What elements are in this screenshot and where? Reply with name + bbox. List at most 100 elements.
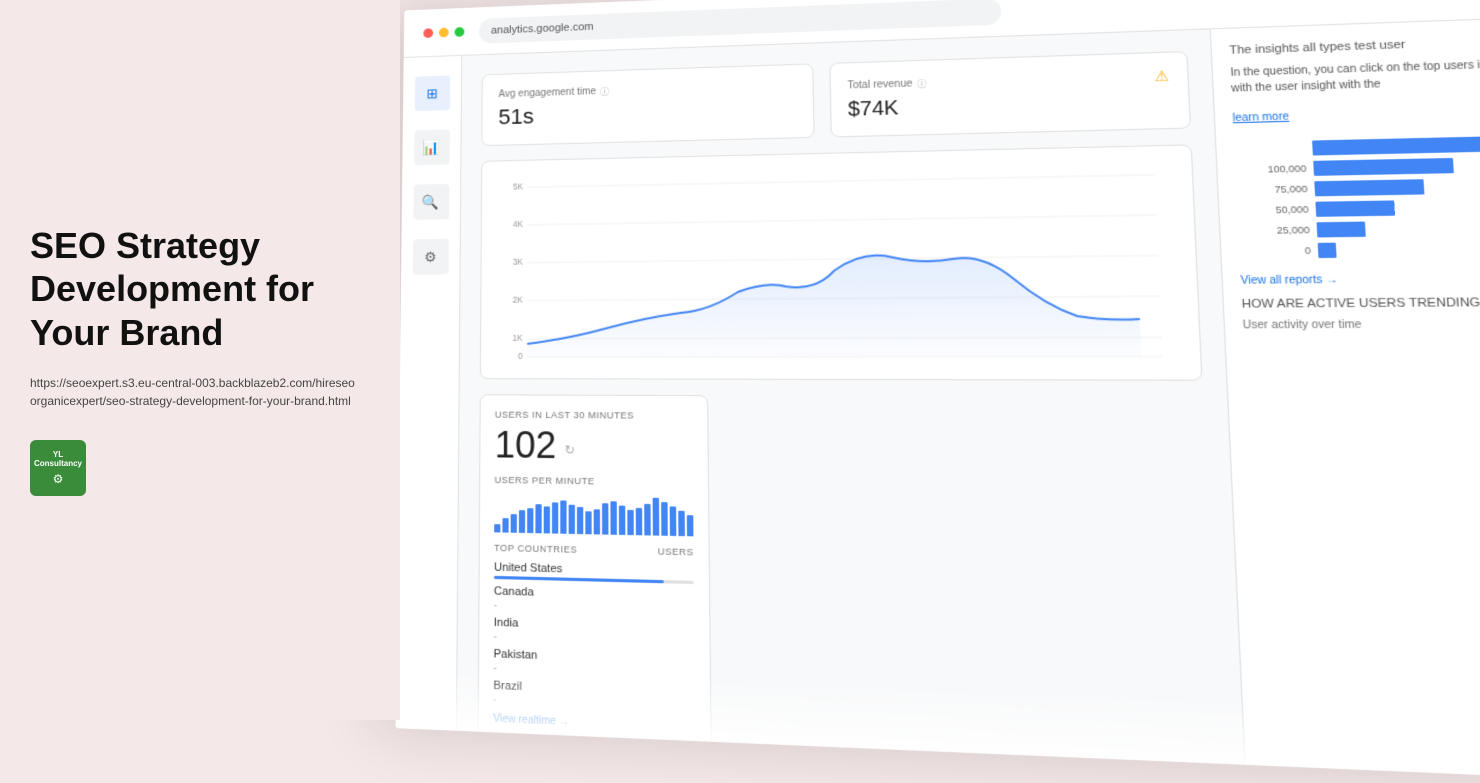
realtime-user-count: 102: [495, 424, 557, 468]
svg-text:04: 04: [1053, 362, 1064, 365]
bar-15: [610, 501, 616, 535]
bar-5: [527, 508, 533, 533]
svg-text:4K: 4K: [513, 218, 523, 229]
hbar-fill-6: [1318, 243, 1337, 258]
revenue-info-icon: ⓘ: [917, 77, 927, 91]
horizontal-bar-chart: 100,000 75,000 50,000 25,000: [1234, 134, 1480, 259]
favicon-text: YL Consultancy: [30, 450, 86, 469]
browser-url-bar[interactable]: analytics.google.com: [479, 0, 1002, 43]
bar-9: [560, 500, 566, 533]
hbar-row-2: 100,000: [1235, 155, 1480, 177]
nav-reports-icon[interactable]: 📊: [414, 129, 450, 165]
line-chart-card: 5K 4K 3K 2K 1K 0 25: [480, 144, 1203, 380]
bar-1: [494, 524, 500, 532]
revenue-card: Total revenue ⓘ ⚠ $74K: [829, 51, 1191, 137]
country-row-us: United States: [494, 561, 694, 584]
bar-13: [594, 509, 600, 534]
hbar-row-3: 75,000: [1236, 176, 1480, 198]
bar-2: [502, 518, 508, 533]
minimize-dot: [439, 27, 449, 37]
svg-text:5K: 5K: [513, 181, 523, 192]
hbar-row-5: 25,000: [1238, 218, 1480, 238]
maximize-dot: [455, 27, 465, 37]
country-row-ca: Canada -: [494, 585, 694, 616]
realtime-section: USERS IN LAST 30 MINUTES 102 ↻ USERS PER…: [478, 394, 1221, 765]
bottom-section: HOW ARE ACTIVE USERS TRENDING? User acti…: [1241, 296, 1480, 332]
url-bar-text: analytics.google.com: [491, 21, 594, 36]
view-all-reports-link[interactable]: View all reports →: [1240, 272, 1480, 287]
hbar-fill-3: [1314, 179, 1424, 196]
top-countries-header: TOP COUNTRIES USERS: [494, 543, 694, 558]
svg-text:2K: 2K: [513, 294, 523, 305]
bar-3: [511, 514, 517, 533]
bar-23: [678, 511, 685, 536]
bar-21: [661, 502, 668, 536]
bar-11: [577, 507, 583, 534]
svg-text:26: 26: [851, 361, 861, 364]
bar-19: [644, 504, 651, 536]
page-title: SEO Strategy Development for Your Brand: [30, 224, 360, 354]
hbar-fill-2: [1313, 158, 1454, 176]
hbar-row-6: 0: [1239, 239, 1480, 258]
bar-10: [569, 505, 575, 534]
bar-4: [519, 510, 525, 533]
per-minute-label: USERS PER MINUTE: [494, 475, 693, 488]
bar-24: [687, 515, 694, 536]
analytics-background: analytics.google.com ⊞ 📊 🔍 ⚙ Avg engagem…: [396, 0, 1480, 782]
hbar-fill-1: [1312, 137, 1480, 156]
nav-settings-icon[interactable]: ⚙: [412, 239, 448, 275]
hbar-row-1: [1234, 134, 1480, 157]
engagement-value: 51s: [498, 96, 795, 130]
hbar-fill-4: [1315, 200, 1395, 216]
left-panel: SEO Strategy Development for Your Brand …: [0, 0, 400, 720]
users-per-minute-chart: [494, 491, 693, 536]
analytics-main: Avg engagement time ⓘ 51s Total revenue …: [457, 29, 1245, 764]
analytics-right-panel: The insights all types test user In the …: [1210, 16, 1480, 783]
nav-home-icon[interactable]: ⊞: [414, 75, 450, 111]
bottom-title: HOW ARE ACTIVE USERS TRENDING?: [1241, 296, 1480, 311]
hbar-row-4: 50,000: [1237, 197, 1480, 218]
revenue-value: $74K: [848, 89, 1171, 122]
bar-18: [636, 508, 642, 535]
page-url[interactable]: https://seoexpert.s3.eu-central-003.back…: [30, 374, 360, 410]
view-realtime-link[interactable]: View realtime →: [493, 713, 695, 733]
users-in-last-label: USERS IN LAST 30 MINUTES: [495, 410, 693, 422]
bar-6: [535, 504, 541, 533]
bar-7: [544, 506, 550, 533]
metrics-row: Avg engagement time ⓘ 51s Total revenue …: [481, 51, 1191, 146]
close-dot: [423, 28, 433, 38]
svg-text:0: 0: [518, 350, 523, 361]
bar-22: [670, 506, 677, 536]
bar-8: [552, 502, 558, 533]
realtime-sync-icon: ↻: [565, 443, 575, 458]
bar-20: [653, 498, 660, 536]
nav-explore-icon[interactable]: 🔍: [413, 184, 449, 220]
analytics-content: ⊞ 📊 🔍 ⚙ Avg engagement time ⓘ 51s: [396, 16, 1480, 783]
info-icon: ⓘ: [600, 85, 609, 98]
realtime-card: USERS IN LAST 30 MINUTES 102 ↻ USERS PER…: [478, 394, 712, 750]
bar-12: [585, 511, 591, 534]
country-row-in: India -: [494, 616, 695, 648]
window-controls: [423, 27, 464, 38]
bar-17: [627, 510, 633, 535]
warning-icon: ⚠: [1154, 67, 1169, 85]
favicon: YL Consultancy ⚙: [30, 440, 86, 496]
favicon-icon: ⚙: [53, 472, 64, 486]
bar-16: [619, 506, 625, 535]
right-section-title: The insights all types test user: [1229, 33, 1480, 57]
analytics-panel: analytics.google.com ⊞ 📊 🔍 ⚙ Avg engagem…: [396, 0, 1480, 782]
analytics-nav: ⊞ 📊 🔍 ⚙: [396, 56, 463, 731]
country-row-br: Brazil -: [493, 679, 695, 712]
svg-text:Jun: Jun: [1071, 362, 1087, 365]
learn-more-link[interactable]: learn more: [1232, 111, 1289, 124]
country-row-pk: Pakistan -: [493, 648, 694, 681]
svg-text:1K: 1K: [513, 332, 523, 343]
hbar-fill-5: [1317, 222, 1366, 238]
svg-text:25: 25: [677, 361, 687, 364]
bar-14: [602, 503, 608, 534]
svg-text:3K: 3K: [513, 256, 523, 267]
bottom-subtitle: User activity over time: [1242, 318, 1480, 332]
right-description: In the question, you can click on the to…: [1230, 54, 1480, 97]
line-chart-svg: 5K 4K 3K 2K 1K 0 25: [495, 161, 1184, 365]
engagement-card: Avg engagement time ⓘ 51s: [481, 63, 814, 146]
